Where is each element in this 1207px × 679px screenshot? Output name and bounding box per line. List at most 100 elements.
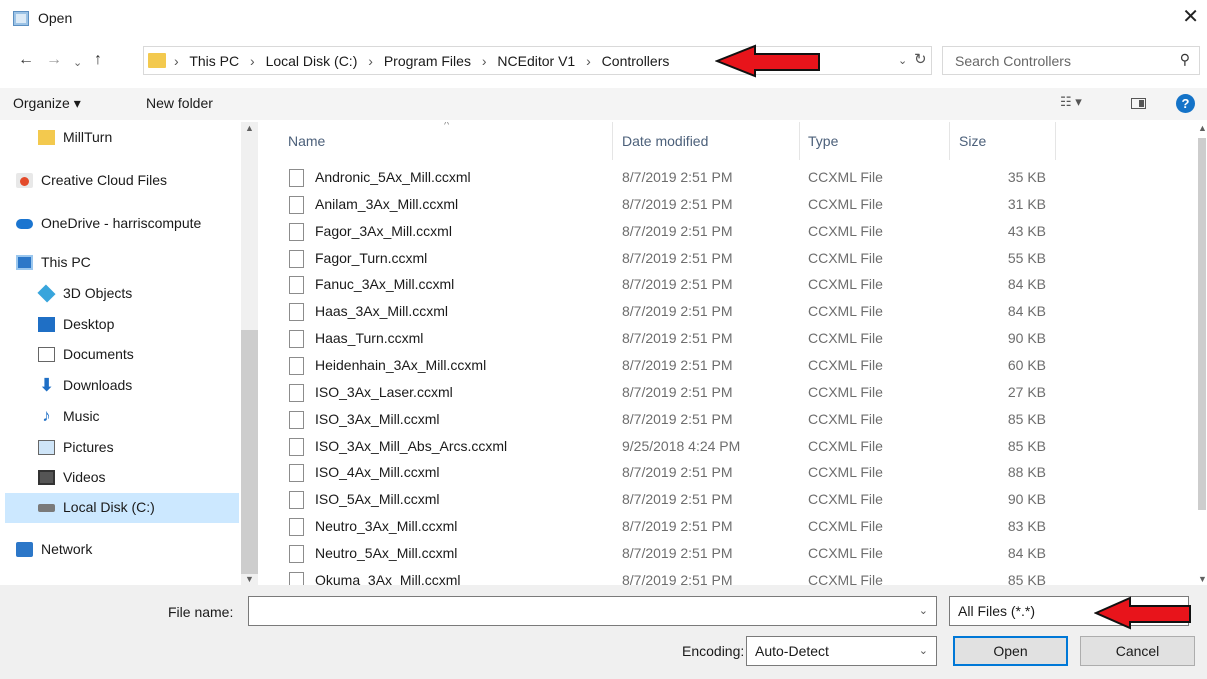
sidebar-item-local-disk[interactable]: Local Disk (C:) — [5, 493, 239, 523]
encoding-chevron-icon[interactable]: ⌄ — [919, 644, 928, 657]
file-date-modified: 9/25/2018 4:24 PM — [622, 437, 741, 454]
file-row[interactable]: Fagor_3Ax_Mill.ccxml 8/7/2019 2:51 PM CCXM… — [285, 219, 1065, 245]
file-list-scroll-thumb[interactable] — [1198, 138, 1206, 510]
sidebar-item-millturn[interactable]: MillTurn — [5, 123, 239, 153]
file-date-modified: 8/7/2019 2:51 PM — [622, 491, 733, 508]
breadcrumb-item[interactable]: This PC — [189, 53, 239, 69]
open-button[interactable]: Open — [953, 636, 1068, 666]
computer-icon — [16, 255, 33, 270]
file-name: Fagor_3Ax_Mill.ccxml — [315, 222, 452, 239]
sidebar-item-videos[interactable]: Videos — [5, 463, 239, 493]
sidebar-item-label: Videos — [63, 469, 106, 485]
sidebar-item-desktop[interactable]: Desktop — [5, 310, 239, 340]
file-row[interactable]: Okuma_3Ax_Mill.ccxml 8/7/2019 2:51 PM CCXM… — [285, 568, 1065, 585]
sidebar-item-pictures[interactable]: Pictures — [5, 433, 239, 463]
file-name: Anilam_3Ax_Mill.ccxml — [315, 195, 459, 212]
file-date-modified: 8/7/2019 2:51 PM — [622, 169, 733, 185]
sidebar-item-onedrive[interactable]: OneDrive - harriscompute — [5, 209, 239, 239]
file-row[interactable]: ISO_4Ax_Mill.ccxml 8/7/2019 2:51 PM CCXML … — [285, 460, 1065, 486]
organize-button[interactable]: Organize ▾ — [13, 95, 81, 112]
change-view-icon[interactable]: ☷ ▾ — [1060, 94, 1082, 110]
file-list-scrollbar[interactable]: ▲ ▼ — [1196, 122, 1207, 585]
sidebar-item-this-pc[interactable]: This PC — [5, 248, 239, 278]
sidebar-item-label: Network — [41, 541, 93, 557]
sidebar-item-music[interactable]: ♪ Music — [5, 402, 239, 432]
address-history-chevron-icon[interactable]: ⌄ — [898, 54, 907, 67]
column-header-date-modified[interactable]: Date modified — [622, 133, 708, 149]
file-size: 85 KB — [1007, 437, 1046, 454]
file-row[interactable]: Haas_Turn.ccxml 8/7/2019 2:51 PM CCXML Fil… — [285, 326, 1065, 352]
breadcrumb-item[interactable]: NCEditor V1 — [497, 53, 575, 69]
file-row[interactable]: Andronic_5Ax_Mill.ccxml 8/7/2019 2:51 PM C… — [285, 165, 1065, 191]
encoding-label: Encoding: — [682, 643, 745, 659]
network-icon — [16, 542, 33, 557]
column-divider[interactable] — [949, 122, 950, 160]
file-size: 85 KB — [1007, 571, 1046, 585]
file-row[interactable]: Neutro_5Ax_Mill.ccxml 8/7/2019 2:51 PM CCX… — [285, 541, 1065, 567]
file-name-input[interactable]: ⌄ — [248, 596, 937, 626]
breadcrumb-separator[interactable]: › — [586, 53, 591, 69]
scroll-down-icon[interactable]: ▼ — [1198, 574, 1207, 584]
search-input[interactable]: Search Controllers ⚲ — [942, 46, 1200, 75]
file-type: CCXML File — [808, 410, 883, 427]
file-type: CCXML File — [808, 383, 883, 400]
3d-objects-icon — [37, 284, 56, 303]
file-row[interactable]: Fagor_Turn.ccxml 8/7/2019 2:51 PM CCXML Fi… — [285, 246, 1065, 272]
preview-pane-icon[interactable] — [1131, 98, 1146, 109]
up-arrow-icon[interactable]: ↑ — [94, 50, 102, 70]
breadcrumb-separator[interactable]: › — [250, 53, 255, 69]
file-name-chevron-icon[interactable]: ⌄ — [919, 604, 928, 617]
file-type: CCXML File — [808, 330, 883, 347]
file-row[interactable]: ISO_3Ax_Mill.ccxml 8/7/2019 2:51 PM CCXML … — [285, 407, 1065, 433]
file-row[interactable]: ISO_3Ax_Laser.ccxml 8/7/2019 2:51 PM CCXML… — [285, 380, 1065, 406]
refresh-icon[interactable]: ↻ — [914, 50, 927, 68]
file-type: CCXML File — [808, 249, 883, 266]
new-folder-button[interactable]: New folder — [146, 95, 213, 111]
sidebar-scroll-thumb[interactable] — [241, 330, 258, 574]
file-icon — [289, 571, 304, 585]
column-divider[interactable] — [1055, 122, 1056, 160]
column-header-name[interactable]: Name — [288, 133, 325, 149]
breadcrumb-separator[interactable]: › — [482, 53, 487, 69]
sidebar-item-downloads[interactable]: ⬇ Downloads — [5, 371, 239, 401]
file-icon — [289, 330, 304, 349]
sidebar-item-label: Desktop — [63, 316, 115, 332]
file-row[interactable]: ISO_5Ax_Mill.ccxml 8/7/2019 2:51 PM CCXML … — [285, 487, 1065, 513]
search-icon[interactable]: ⚲ — [1180, 51, 1190, 68]
forward-arrow-icon[interactable]: → — [46, 50, 62, 70]
column-divider[interactable] — [799, 122, 800, 160]
back-arrow-icon[interactable]: ← — [18, 50, 34, 70]
sidebar-item-3d-objects[interactable]: 3D Objects — [5, 279, 239, 309]
sidebar-item-label: Downloads — [63, 377, 133, 393]
column-header-type[interactable]: Type — [808, 133, 838, 149]
column-header-size[interactable]: Size — [959, 133, 986, 149]
sidebar-item-creative-cloud[interactable]: Creative Cloud Files — [5, 166, 239, 196]
file-row[interactable]: Haas_3Ax_Mill.ccxml 8/7/2019 2:51 PM CCXML… — [285, 299, 1065, 325]
file-row[interactable]: Neutro_3Ax_Mill.ccxml 8/7/2019 2:51 PM CCX… — [285, 514, 1065, 540]
help-icon[interactable]: ? — [1176, 94, 1195, 113]
sidebar-item-documents[interactable]: Documents — [5, 340, 239, 370]
file-row[interactable]: Fanuc_3Ax_Mill.ccxml 8/7/2019 2:51 PM CCXM… — [285, 272, 1065, 298]
cancel-button[interactable]: Cancel — [1080, 636, 1195, 666]
breadcrumb-item[interactable]: Program Files — [384, 53, 471, 69]
sidebar-scrollbar[interactable]: ▲ ▼ — [241, 122, 258, 585]
breadcrumb-item[interactable]: Local Disk (C:) — [266, 53, 358, 69]
file-size: 90 KB — [1007, 491, 1046, 508]
breadcrumb-item[interactable]: Controllers — [602, 53, 670, 69]
scroll-up-icon[interactable]: ▲ — [1198, 123, 1207, 133]
file-icon — [289, 356, 304, 375]
file-row[interactable]: Heidenhain_3Ax_Mill.ccxml 8/7/2019 2:51 P… — [285, 353, 1065, 379]
sidebar-item-network[interactable]: Network — [5, 535, 239, 565]
scroll-down-icon[interactable]: ▼ — [245, 574, 254, 584]
file-row[interactable]: ISO_3Ax_Mill_Abs_Arcs.ccxml 9/25/2018 4:2… — [285, 434, 1065, 460]
file-row[interactable]: Anilam_3Ax_Mill.ccxml 8/7/2019 2:51 PM CCX… — [285, 192, 1065, 218]
search-placeholder: Search Controllers — [955, 53, 1071, 69]
close-icon[interactable]: ✕ — [1182, 6, 1199, 28]
column-divider[interactable] — [612, 122, 613, 160]
encoding-select[interactable]: Auto-Detect ⌄ — [746, 636, 937, 666]
file-name: ISO_5Ax_Mill.ccxml — [315, 491, 440, 508]
scroll-up-icon[interactable]: ▲ — [245, 123, 254, 133]
recent-locations-chevron-icon[interactable]: ⌄ — [73, 53, 82, 73]
breadcrumb-separator[interactable]: › — [368, 53, 373, 69]
file-name: Fanuc_3Ax_Mill.ccxml — [315, 276, 455, 293]
